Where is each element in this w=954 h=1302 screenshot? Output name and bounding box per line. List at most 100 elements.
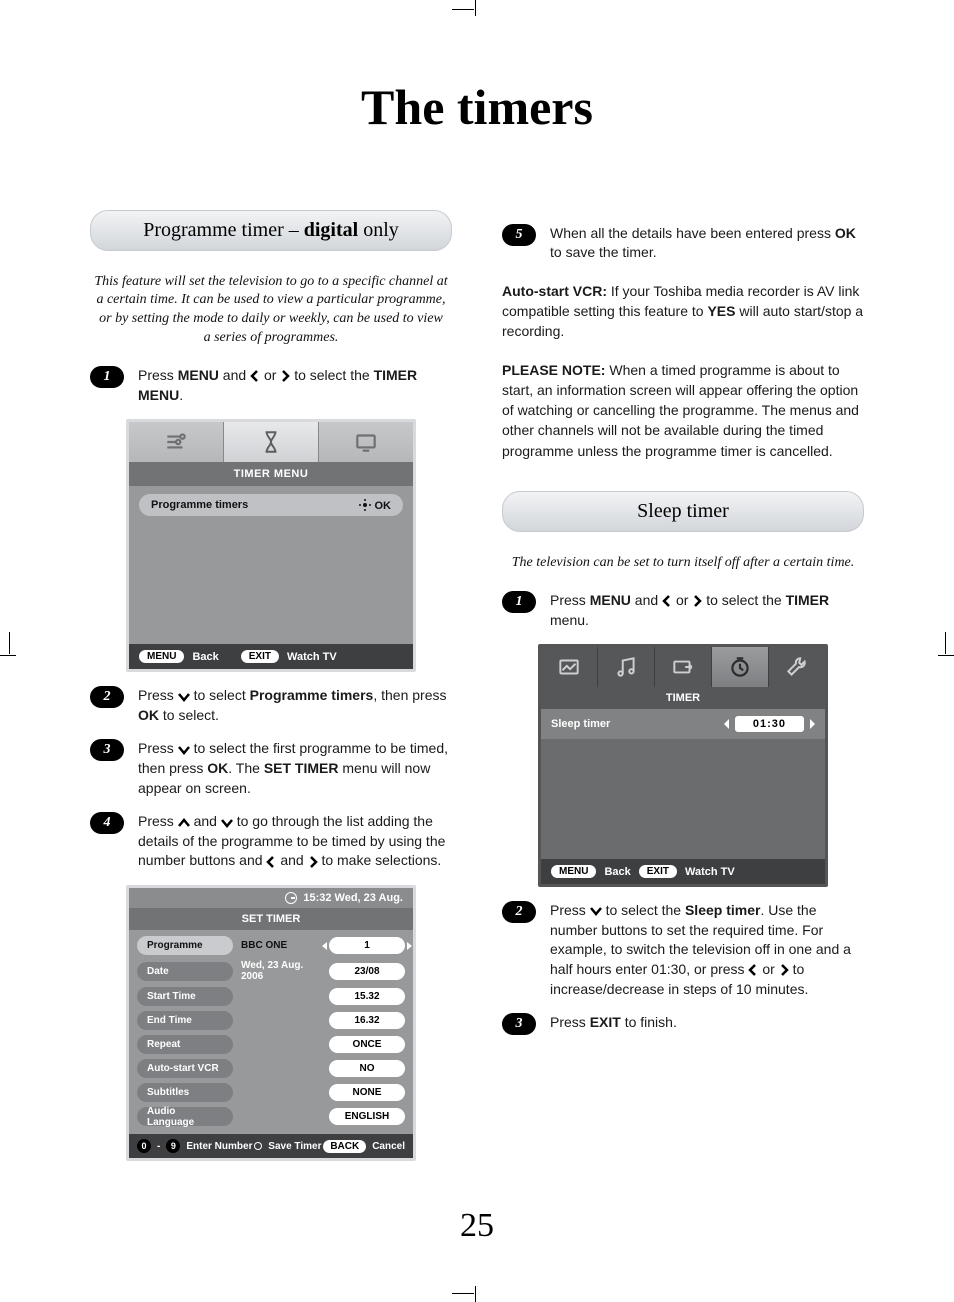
sliders-icon (163, 429, 189, 455)
arrow-right-icon (810, 719, 815, 729)
music-note-icon (613, 654, 639, 680)
sleep-step-badge-3: 3 (502, 1013, 536, 1035)
osd-sleep-tab-sound (597, 647, 654, 687)
step-badge-1: 1 (90, 366, 124, 388)
card-arrow-icon (670, 654, 696, 680)
set-timer-row-label: Start Time (137, 987, 233, 1006)
set-timer-row: Repeat ONCE (137, 1035, 405, 1054)
osd-sleep-value: 01:30 (735, 716, 804, 732)
set-timer-row: Programme BBC ONE 1 (137, 936, 405, 955)
chevron-right-icon (280, 370, 290, 382)
osd-timer-menu: TIMER MENU Programme timers OK MENU Back… (126, 419, 416, 672)
osd-row-action: OK (359, 499, 391, 512)
clock-icon (727, 654, 753, 680)
chevron-down-icon (178, 745, 190, 755)
pill-prefix: Programme timer – (143, 219, 304, 241)
hourglass-icon (258, 429, 284, 455)
exit-key-icon: EXIT (639, 865, 677, 878)
set-timer-row-value: 1 (329, 937, 405, 954)
set-timer-row-value: 15.32 (329, 988, 405, 1005)
menu-key-icon: MENU (139, 650, 184, 663)
pill-suffix: only (358, 219, 399, 241)
chevron-left-icon (250, 370, 260, 382)
back-key-icon: BACK (323, 1140, 366, 1153)
page-number: 25 (0, 1207, 954, 1245)
set-timer-row-label: Date (137, 962, 233, 981)
step-badge-5: 5 (502, 224, 536, 246)
nav-disc-icon (254, 1142, 262, 1150)
sleep-step-2-text: Press to select the Sleep timer. Use the… (550, 901, 864, 999)
right-column: 5 When all the details have been entered… (502, 210, 864, 1168)
set-timer-row-label: Programme (137, 936, 233, 955)
pill-bold: digital (304, 219, 358, 241)
set-timer-row: Start Time 15.32 (137, 987, 405, 1006)
picture-icon (556, 654, 582, 680)
set-timer-row-value: NO (329, 1060, 405, 1077)
set-timer-row-value: 16.32 (329, 1012, 405, 1029)
step-2-text: Press to select Programme timers, then p… (138, 686, 452, 725)
foot-enter-number: Enter Number (186, 1141, 252, 1152)
step-5-text: When all the details have been entered p… (550, 224, 864, 263)
osd-sleep-tab-timer-active (711, 647, 768, 687)
osd-row-label: Programme timers (151, 499, 248, 511)
osd-watchtv-label: Watch TV (287, 651, 337, 663)
sleep-step-badge-2: 2 (502, 901, 536, 923)
nav-dpad-icon (359, 499, 371, 511)
autostart-note: Auto-start VCR: If your Toshiba media re… (502, 281, 864, 342)
osd-clock-text: 15:32 Wed, 23 Aug. (303, 892, 403, 904)
osd-set-timer: 15:32 Wed, 23 Aug. SET TIMER ProgrammeBB… (126, 885, 416, 1161)
osd-tab-3 (318, 422, 413, 462)
crop-mark-bottom (460, 1278, 490, 1302)
chevron-right-icon (308, 856, 318, 868)
intro-programme-timer: This feature will set the television to … (94, 273, 448, 349)
set-timer-row-value: ENGLISH (329, 1108, 405, 1125)
osd-heading: TIMER MENU (129, 462, 413, 486)
chevron-right-icon (692, 595, 702, 607)
crop-mark-left (0, 640, 24, 670)
set-timer-row-mid: BBC ONE (241, 940, 321, 951)
osd-row-programme-timers: Programme timers OK (139, 494, 403, 516)
step-badge-3: 3 (90, 739, 124, 761)
chevron-down-icon (178, 692, 190, 702)
set-timer-row-label: Repeat (137, 1035, 233, 1054)
crop-mark-top (460, 0, 490, 24)
sleep-step-1-text: Press MENU and or to select the TIMER me… (550, 591, 864, 630)
osd-sleep-back-label: Back (604, 866, 630, 878)
osd-sleep-watchtv-label: Watch TV (685, 866, 735, 878)
digit-zero-icon: 0 (137, 1139, 151, 1153)
osd-tab-2-active (223, 422, 318, 462)
arrow-left-icon (724, 719, 729, 729)
set-timer-row-label: Auto-start VCR (137, 1059, 233, 1078)
step-badge-2: 2 (90, 686, 124, 708)
sleep-step-badge-1: 1 (502, 591, 536, 613)
osd-sleep-tab-feature (654, 647, 711, 687)
section-heading-sleep-timer: Sleep timer (502, 491, 864, 532)
osd-sleep-heading: TIMER (541, 687, 825, 709)
step-5: 5 When all the details have been entered… (502, 224, 864, 263)
set-timer-row-label: End Time (137, 1011, 233, 1030)
spanner-icon (784, 654, 810, 680)
step-1-text: Press MENU and or to select the TIMER ME… (138, 366, 452, 405)
step-2: 2 Press to select Programme timers, then… (90, 686, 452, 725)
step-3-text: Press to select the first programme to b… (138, 739, 452, 798)
sleep-step-3: 3 Press EXIT to finish. (502, 1013, 864, 1035)
osd-tab-1 (129, 422, 223, 462)
sleep-step-1: 1 Press MENU and or to select the TIMER … (502, 591, 864, 630)
menu-key-icon: MENU (551, 865, 596, 878)
sleep-step-3-text: Press EXIT to finish. (550, 1013, 677, 1035)
osd-sleep-tab-picture (541, 647, 597, 687)
set-timer-row-mid: Wed, 23 Aug. 2006 (241, 960, 321, 982)
set-timer-row: Audio LanguageENGLISH (137, 1107, 405, 1126)
osd-sleep-row-label: Sleep timer (551, 718, 610, 730)
step-4: 4 Press and to go through the list addin… (90, 812, 452, 871)
chevron-down-icon (590, 906, 602, 916)
sleep-step-2: 2 Press to select the Sleep timer. Use t… (502, 901, 864, 999)
please-note: PLEASE NOTE: When a timed programme is a… (502, 360, 864, 461)
chevron-down-icon (221, 818, 233, 828)
chevron-left-icon (748, 964, 758, 976)
set-timer-row-value: NONE (329, 1084, 405, 1101)
foot-save-timer: Save Timer (268, 1141, 321, 1152)
set-timer-row-value: ONCE (329, 1036, 405, 1053)
dash: - (157, 1141, 160, 1152)
digit-nine-icon: 9 (166, 1139, 180, 1153)
